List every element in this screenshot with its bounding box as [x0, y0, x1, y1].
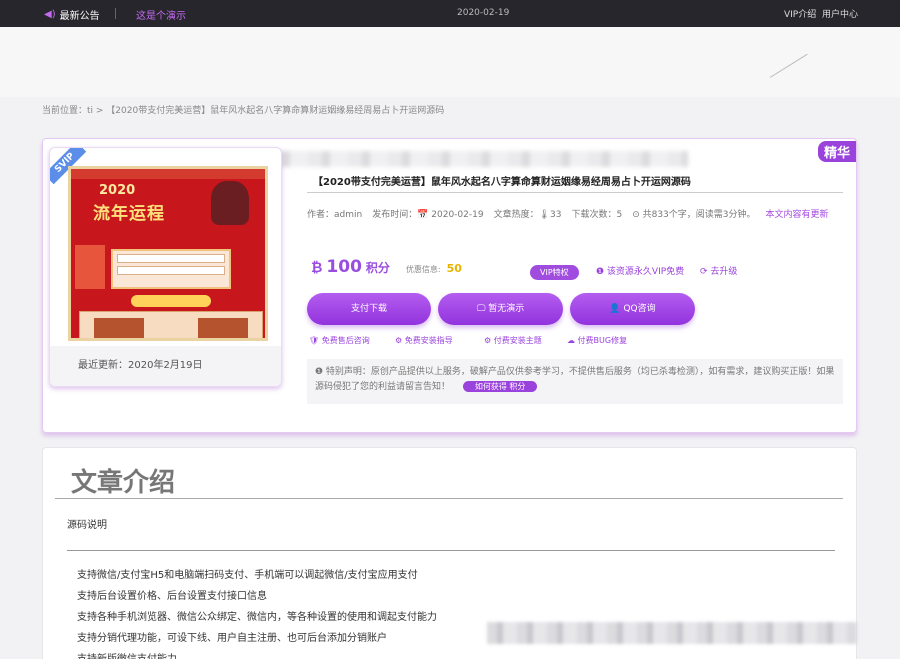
- nav-vip-intro[interactable]: VIP介绍: [784, 7, 816, 20]
- announcement-label: 最新公告: [59, 11, 100, 22]
- poster-button: [131, 295, 211, 307]
- feature-list: 支持微信/支付宝H5和电脑端扫码支付、手机端可以调起微信/支付宝应用支付 支持后…: [77, 566, 437, 659]
- top-date: 2020-02-19: [457, 8, 510, 18]
- coin-icon: ₿: [311, 260, 323, 276]
- announcement[interactable]: ◀) 最新公告: [44, 7, 100, 22]
- poster-title: 流年运程: [93, 204, 165, 224]
- vip-privilege-badge: VIP特权: [530, 265, 579, 280]
- featured-badge: 精华: [817, 141, 856, 162]
- meta-word-count: ⊙ 共833个字，阅读需3分钟。: [632, 210, 756, 220]
- price-unit: 积分: [365, 261, 390, 275]
- service-bug-fix: ☁ 付费BUG修复: [567, 336, 628, 345]
- poster-header: [71, 169, 265, 179]
- intro-divider: [55, 498, 843, 499]
- meta-author: 作者：admin: [307, 210, 363, 220]
- decorative-line: [769, 53, 808, 78]
- breadcrumb: 当前位置：ti > 【2020带支付完美运营】鼠年风水起名八字算命算财运姻缘易经…: [42, 106, 445, 116]
- service-install-guide: ⚙ 免费安装指导: [395, 336, 453, 345]
- demo-link[interactable]: 这是个演示: [136, 7, 186, 22]
- article-intro: 文章介绍 源码说明 支持微信/支付宝H5和电脑端扫码支付、手机端可以调起微信/支…: [42, 447, 857, 659]
- meta-publish-date: 发布时间：📅 2020-02-19: [372, 210, 484, 220]
- intro-heading: 文章介绍: [71, 468, 176, 498]
- pay-download-button[interactable]: 支付下载: [307, 293, 431, 325]
- how-to-earn-points-button[interactable]: 如何获得 积分: [462, 381, 538, 392]
- blurred-watermark: [228, 151, 688, 167]
- product-thumbnail[interactable]: SVIP 2020 流年运程 最近更新：2020年2月19日: [49, 147, 282, 387]
- product-title: 【2020带支付完美运营】鼠年风水起名八字算命算财运姻缘易经周易占卜开运网源码: [313, 177, 691, 188]
- last-updated: 最近更新：2020年2月19日: [50, 346, 281, 386]
- service-paid-theme: ⚙ 付费安装主题: [484, 336, 542, 345]
- speaker-icon: ◀): [44, 9, 56, 20]
- special-statement: ❶ 特别声明：原创产品提供以上服务，破解产品仅供参考学习，不提供售后服务（均已杀…: [307, 359, 843, 404]
- nav-user-center[interactable]: 用户中心: [822, 7, 858, 20]
- poster-form: [111, 249, 231, 289]
- demo-button[interactable]: 🖵 暂无演示: [438, 293, 563, 325]
- divider: [115, 8, 116, 19]
- top-bar: ◀) 最新公告 这是个演示 2020-02-19 VIP介绍 用户中心: [0, 0, 900, 27]
- price-value: 100: [326, 257, 362, 277]
- poster-bottom-panel: [79, 311, 263, 338]
- service-after-sale: 🛡 免费售后咨询: [309, 336, 370, 345]
- intro-subheading: 源码说明: [67, 520, 107, 531]
- poster-image: 2020 流年运程: [68, 166, 268, 341]
- list-item: 支持微信/支付宝H5和电脑端扫码支付、手机端可以调起微信/支付宝应用支付: [77, 570, 418, 581]
- qq-consult-button[interactable]: 👤 QQ咨询: [570, 293, 695, 325]
- poster-side-panel: [75, 245, 105, 289]
- meta-downloads: 下载次数：5: [571, 210, 623, 220]
- meta-row: 作者：admin 发布时间：📅 2020-02-19 文章热度：🌡33 下载次数…: [307, 207, 829, 220]
- discount-label: 优惠信息:: [405, 265, 441, 274]
- statement-text: ❶ 特别声明：原创产品提供以上服务，破解产品仅供参考学习，不提供售后服务（均已杀…: [315, 367, 835, 392]
- list-item: 支持各种手机浏览器、微信公众绑定、微信内，等各种设置的使用和调起支付能力: [77, 612, 437, 623]
- list-item: 支持新版微信支付能力: [77, 650, 437, 659]
- list-item: 支持后台设置价格、后台设置支付接口信息: [77, 591, 267, 602]
- blurred-watermark: [487, 622, 857, 644]
- meta-updated: 本文内容有更新: [765, 210, 829, 220]
- price-row: ₿ 100 积分 优惠信息: 50: [311, 257, 462, 277]
- poster-year: 2020: [99, 183, 136, 198]
- list-item: 支持分销代理功能，可设下线、用户自主注册、也可后台添加分销账户: [77, 633, 387, 644]
- intro-subdivider: [67, 550, 835, 551]
- meta-heat: 文章热度：🌡33: [493, 210, 562, 220]
- upgrade-link[interactable]: ⟳ 去升级: [700, 264, 737, 277]
- title-divider: [307, 192, 843, 193]
- vip-free-notice: ❶ 该资源永久VIP免费: [596, 267, 685, 277]
- discount-value: 50: [446, 262, 462, 275]
- product-card: 精华 SVIP 2020 流年运程 最近更新：2020年2月19日 【2020带…: [42, 138, 857, 433]
- hero-banner: [0, 27, 900, 97]
- poster-figure: [211, 181, 249, 225]
